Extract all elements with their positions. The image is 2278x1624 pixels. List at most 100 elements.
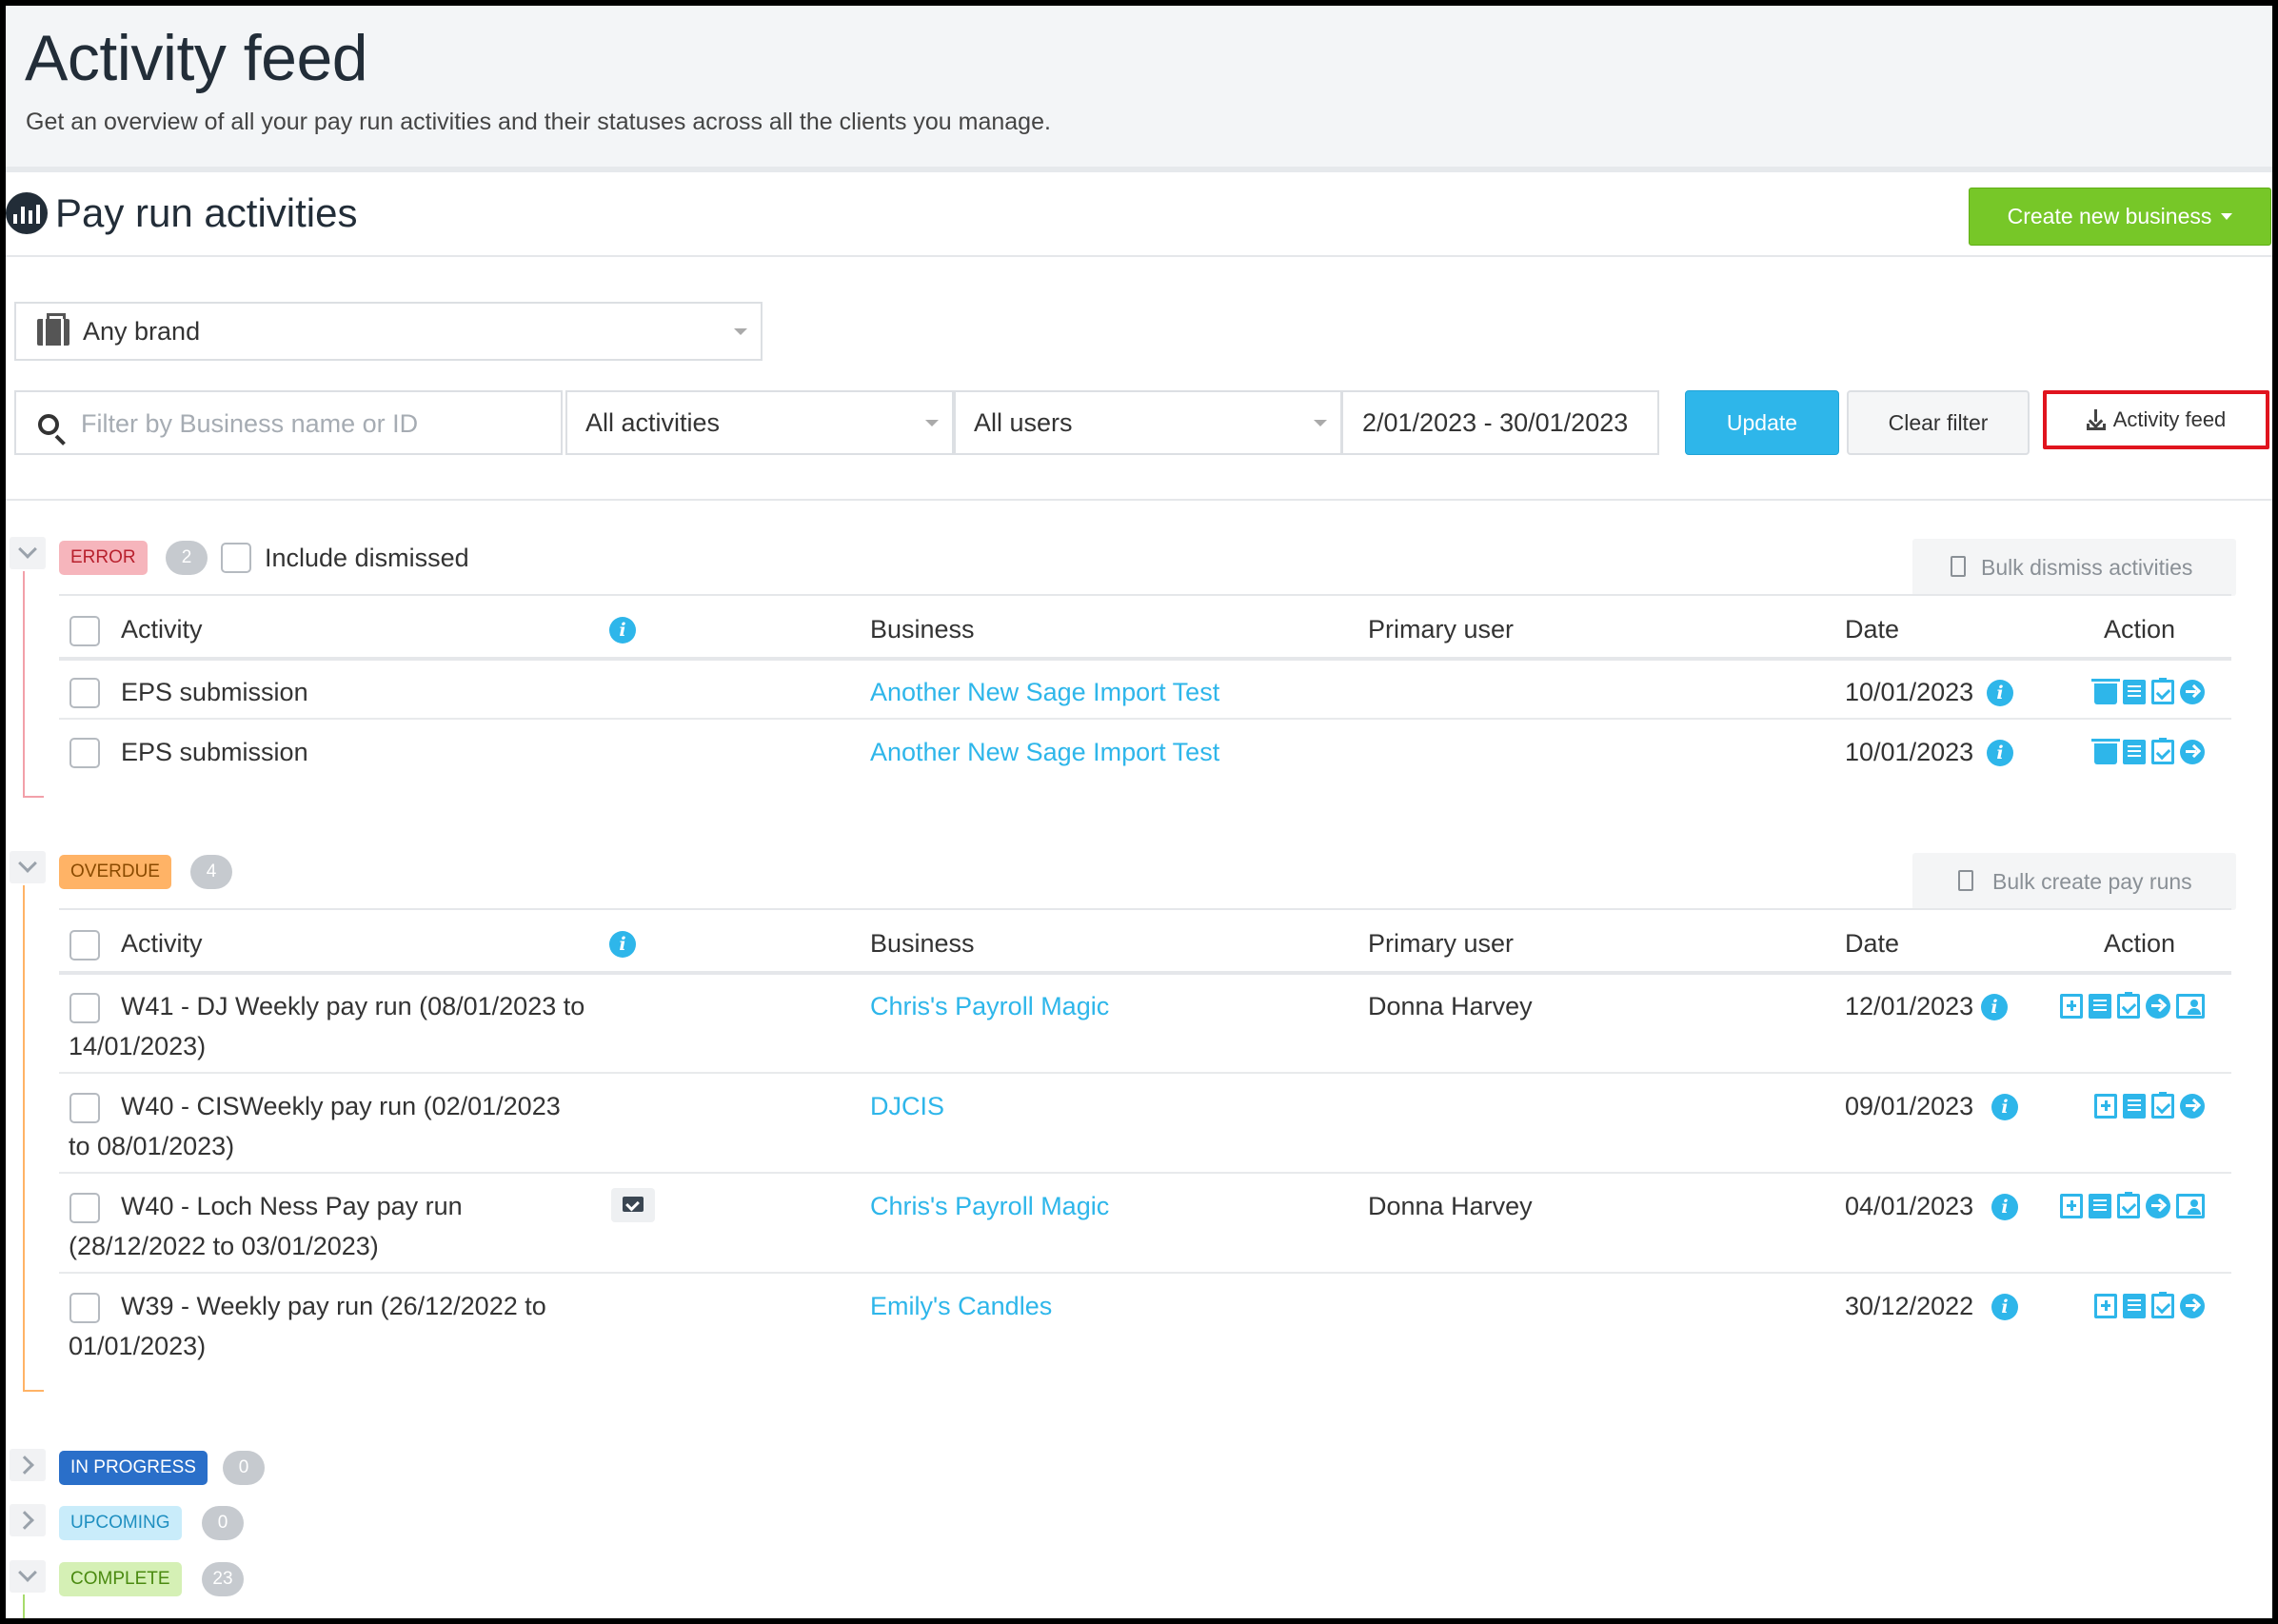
app-frame: Activity feed Get an overview of all you…	[6, 6, 2272, 1618]
clipboard-plus-icon[interactable]	[2094, 1294, 2117, 1318]
document-icon[interactable]	[2089, 994, 2111, 1019]
clipboard-check-icon[interactable]	[2151, 1092, 2174, 1119]
search-input[interactable]	[81, 406, 538, 442]
clipboard-check-icon[interactable]	[2151, 678, 2174, 704]
row-checkbox[interactable]	[69, 993, 100, 1023]
row-checkbox[interactable]	[69, 1293, 100, 1323]
collapse-error-toggle[interactable]	[10, 537, 46, 569]
user-card-icon[interactable]	[2176, 994, 2205, 1019]
column-header-primary-user: Primary user	[1368, 929, 1515, 958]
document-icon[interactable]	[2123, 680, 2146, 704]
complete-count-badge: 23	[202, 1562, 244, 1596]
arrow-right-circle-icon[interactable]	[2146, 1194, 2170, 1218]
brand-select-value: Any brand	[83, 316, 201, 346]
row-checkbox[interactable]	[69, 1193, 100, 1223]
brand-select[interactable]: Any brand	[14, 302, 763, 361]
bulk-create-pay-runs-button[interactable]: Bulk create pay runs	[1912, 853, 2236, 910]
create-new-business-label: Create new business	[2007, 204, 2212, 228]
expand-upcoming-toggle[interactable]	[10, 1504, 46, 1536]
group-line	[23, 885, 25, 1392]
row-actions	[2091, 738, 2205, 764]
divider	[6, 255, 2272, 257]
bulk-dismiss-button[interactable]: Bulk dismiss activities	[1912, 539, 2236, 596]
info-icon[interactable]: i	[1991, 1194, 2018, 1220]
group-line	[23, 571, 25, 798]
expand-in-progress-toggle[interactable]	[10, 1449, 46, 1481]
activities-select[interactable]: All activities	[565, 390, 954, 455]
clipboard-check-icon[interactable]	[2151, 1292, 2174, 1318]
row-actions	[2060, 1192, 2205, 1218]
document-icon[interactable]	[2123, 740, 2146, 764]
group-line	[23, 796, 44, 798]
arrow-right-circle-icon[interactable]	[2180, 680, 2205, 704]
column-header-business: Business	[870, 929, 975, 958]
trash-icon[interactable]	[2091, 739, 2120, 764]
business-link[interactable]: DJCIS	[870, 1086, 944, 1126]
user-card-icon[interactable]	[2176, 1194, 2205, 1218]
arrow-right-circle-icon[interactable]	[2180, 1294, 2205, 1318]
clear-filter-button[interactable]: Clear filter	[1847, 390, 2030, 455]
chevron-down-icon	[925, 420, 939, 426]
business-link[interactable]: Another New Sage Import Test	[870, 732, 1219, 772]
include-dismissed-checkbox[interactable]	[221, 543, 251, 573]
clipboard-plus-icon[interactable]	[2094, 1094, 2117, 1119]
select-all-error-checkbox[interactable]	[69, 616, 100, 646]
info-icon[interactable]: i	[1991, 1094, 2018, 1120]
clipboard-check-icon[interactable]	[2117, 1192, 2140, 1218]
document-icon[interactable]	[2123, 1294, 2146, 1318]
collapse-overdue-toggle[interactable]	[10, 851, 46, 883]
activity-name: W39 - Weekly pay run (26/12/2022 to	[121, 1292, 546, 1320]
document-icon[interactable]	[2089, 1194, 2111, 1218]
info-icon[interactable]: i	[1987, 740, 2013, 766]
comment-icon[interactable]	[611, 1188, 655, 1222]
update-button[interactable]: Update	[1685, 390, 1839, 455]
clipboard-check-icon[interactable]	[2117, 992, 2140, 1019]
group-line	[23, 1390, 44, 1392]
users-select[interactable]: All users	[954, 390, 1342, 455]
business-link[interactable]: Chris's Payroll Magic	[870, 1186, 1109, 1226]
date-range-input[interactable]: 2/01/2023 - 30/01/2023	[1341, 390, 1659, 455]
activity-name-cont: 14/01/2023)	[69, 1032, 207, 1060]
info-icon[interactable]: i	[1991, 1294, 2018, 1320]
info-icon[interactable]: i	[609, 931, 636, 958]
business-link[interactable]: Another New Sage Import Test	[870, 672, 1219, 712]
clipboard-plus-icon[interactable]	[2060, 1194, 2083, 1218]
info-icon[interactable]: i	[609, 617, 636, 644]
arrow-right-circle-icon[interactable]	[2146, 994, 2170, 1019]
column-header-date: Date	[1845, 929, 1900, 958]
page-subtitle: Get an overview of all your pay run acti…	[26, 109, 1051, 135]
primary-user: Donna Harvey	[1368, 992, 1533, 1020]
activity-name: EPS submission	[121, 678, 308, 706]
business-link[interactable]: Emily's Candles	[870, 1286, 1052, 1326]
info-icon[interactable]: i	[1987, 680, 2013, 706]
upcoming-count-badge: 0	[202, 1506, 244, 1540]
divider	[59, 908, 2231, 910]
bulk-create-label: Bulk create pay runs	[1992, 868, 2192, 894]
row-checkbox[interactable]	[69, 738, 100, 768]
business-link[interactable]: Chris's Payroll Magic	[870, 986, 1109, 1026]
clipboard-plus-icon	[1958, 870, 1973, 891]
row-checkbox[interactable]	[69, 1093, 100, 1123]
arrow-right-circle-icon[interactable]	[2180, 740, 2205, 764]
row-actions	[2094, 1292, 2205, 1318]
select-all-overdue-checkbox[interactable]	[69, 930, 100, 961]
document-icon[interactable]	[2123, 1094, 2146, 1119]
caret-down-icon	[2221, 213, 2233, 220]
clipboard-check-icon[interactable]	[2151, 738, 2174, 764]
column-header-action: Action	[2104, 615, 2176, 644]
row-actions	[2060, 992, 2205, 1019]
divider	[6, 499, 2272, 501]
clipboard-plus-icon[interactable]	[2060, 994, 2083, 1019]
collapse-complete-toggle[interactable]	[10, 1560, 46, 1593]
arrow-right-circle-icon[interactable]	[2180, 1094, 2205, 1119]
search-icon	[38, 414, 59, 435]
users-select-value: All users	[974, 407, 1073, 437]
info-icon[interactable]: i	[1981, 994, 2008, 1020]
export-activity-feed-button[interactable]: Activity feed	[2043, 390, 2269, 449]
trash-icon[interactable]	[2091, 679, 2120, 704]
row-checkbox[interactable]	[69, 678, 100, 708]
activity-name: W40 - Loch Ness Pay pay run	[121, 1192, 463, 1220]
create-new-business-button[interactable]: Create new business	[1969, 188, 2271, 246]
divider	[59, 657, 2231, 661]
column-header-business: Business	[870, 615, 975, 644]
